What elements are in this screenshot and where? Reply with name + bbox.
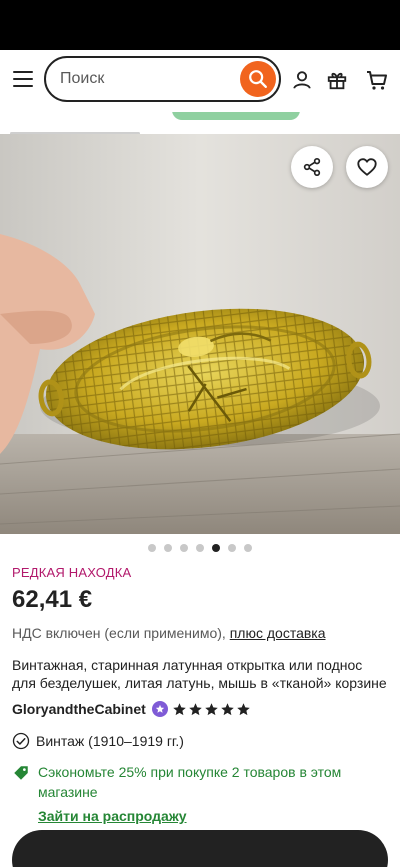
- vat-note: НДС включен (если применимо), плюс доста…: [12, 625, 388, 645]
- sub-header-strip: [0, 112, 400, 134]
- product-title: Винтажная, старинная латунная открытка и…: [12, 657, 387, 691]
- search-button[interactable]: [240, 61, 276, 97]
- rating-stars[interactable]: [172, 702, 251, 717]
- share-button[interactable]: [291, 146, 333, 188]
- vintage-row: Винтаж (1910–1919 гг.): [12, 730, 388, 752]
- shop-row: GloryandtheCabinet: [12, 698, 388, 720]
- heart-icon: [357, 158, 377, 176]
- price-tag-icon: [14, 766, 28, 780]
- gallery-pagination: [0, 544, 400, 554]
- product-image[interactable]: [0, 134, 400, 534]
- header: [0, 50, 400, 112]
- search-bar: [44, 56, 281, 102]
- gallery-dot[interactable]: [148, 544, 156, 552]
- promo-pill[interactable]: [172, 112, 300, 120]
- check-circle-icon: [12, 732, 30, 750]
- gallery-dot[interactable]: [164, 544, 172, 552]
- shop-name[interactable]: GloryandtheCabinet: [12, 701, 146, 717]
- product-info: РЕДКАЯ НАХОДКА 62,41 € НДС включен (если…: [12, 565, 388, 826]
- share-icon: [303, 158, 321, 177]
- menu-icon[interactable]: [13, 71, 33, 87]
- add-to-cart-button[interactable]: [12, 830, 388, 867]
- product-photo: [0, 134, 400, 534]
- search-input[interactable]: [60, 67, 230, 91]
- rare-find-badge: РЕДКАЯ НАХОДКА: [12, 565, 132, 580]
- sale-link[interactable]: Зайти на распродажу: [38, 806, 368, 826]
- vat-text: НДС включен (если применимо),: [12, 625, 226, 641]
- gallery-dot[interactable]: [228, 544, 236, 552]
- cart-icon[interactable]: [365, 68, 389, 92]
- gallery-dot[interactable]: [180, 544, 188, 552]
- gift-icon[interactable]: [325, 68, 349, 92]
- gallery-dot[interactable]: [196, 544, 204, 552]
- star-seller-icon: [151, 701, 168, 717]
- favorite-button[interactable]: [346, 146, 388, 188]
- user-icon[interactable]: [290, 68, 314, 92]
- search-icon: [249, 70, 267, 88]
- sale-promo: Сэкономьте 25% при покупке 2 товаров в э…: [12, 762, 388, 826]
- status-bar: [0, 0, 400, 50]
- star-icon: [189, 702, 202, 715]
- gallery-dot[interactable]: [244, 544, 252, 552]
- star-icon: [221, 702, 234, 715]
- star-icon: [173, 702, 186, 715]
- vintage-label: Винтаж (1910–1919 гг.): [36, 733, 184, 749]
- sale-text: Сэкономьте 25% при покупке 2 товаров в э…: [38, 764, 342, 800]
- star-icon: [237, 702, 250, 715]
- gallery-dot-active[interactable]: [212, 544, 220, 552]
- price: 62,41 €: [12, 586, 93, 613]
- shipping-link[interactable]: плюс доставка: [230, 625, 326, 641]
- star-icon: [205, 702, 218, 715]
